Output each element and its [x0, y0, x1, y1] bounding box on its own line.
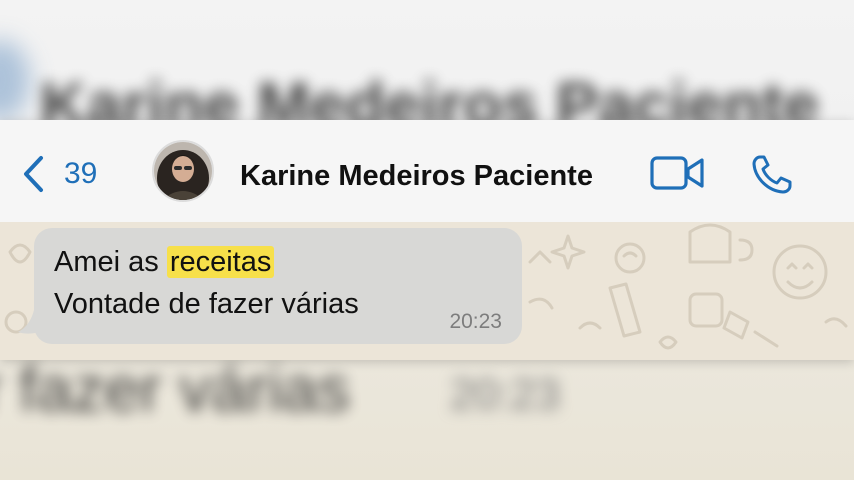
- highlighted-word: receitas: [166, 246, 275, 278]
- voice-call-button[interactable]: [750, 154, 794, 201]
- message-bubble[interactable]: Amei as receitas Vontade de fazer várias…: [34, 228, 522, 344]
- avatar-photo: [154, 142, 212, 200]
- message-text: Amei as: [54, 246, 167, 278]
- blurred-message-text: r fazer várias: [0, 353, 350, 425]
- chat-header: 39 Karine Medeiros Paciente: [0, 120, 854, 223]
- message-line-1: Amei as receitas: [54, 246, 275, 279]
- chat-area: Amei as receitas Vontade de fazer várias…: [0, 222, 854, 360]
- avatar[interactable]: [152, 140, 214, 202]
- message-line-2: Vontade de fazer várias: [54, 288, 359, 320]
- back-button[interactable]: 39: [22, 154, 97, 194]
- message-timestamp: 20:23: [449, 310, 502, 333]
- unread-count: 39: [64, 157, 98, 190]
- phone-icon: [750, 155, 794, 200]
- video-call-button[interactable]: [650, 156, 706, 195]
- chat-screenshot-strip: 39 Karine Medeiros Paciente Amei as rece…: [0, 120, 854, 360]
- chevron-left-icon: [22, 155, 44, 193]
- blurred-message-time: 20:23: [450, 370, 561, 419]
- contact-name[interactable]: Karine Medeiros Paciente: [240, 160, 593, 193]
- blurred-avatar-shape: [0, 40, 30, 120]
- video-camera-icon: [650, 156, 706, 194]
